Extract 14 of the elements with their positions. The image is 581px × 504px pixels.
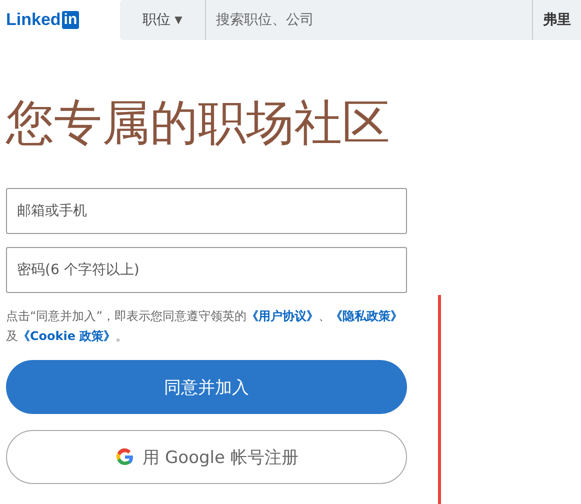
category-dropdown[interactable]: 职位 ▼ [120,0,206,40]
terms-link[interactable]: 《隐私政策》 [330,309,402,323]
input-field[interactable]: 密码(6 个字符以上) [6,247,407,293]
terms-text: 点击“同意并加入”，即表示您同意遵守领英的《用户协议》、《隐私政策》 及《Cookie 政策》。 [6,308,404,345]
join-button[interactable]: 同意并加入 [6,360,407,414]
location-field[interactable]: 弗里 [533,0,581,40]
terms-link[interactable]: 《Cookie 政策》 [18,329,116,343]
google-signup-button[interactable]: 用 Google 帐号注册 [6,430,407,484]
google-icon [114,447,135,467]
logo[interactable]: Linked in [0,10,120,30]
search-field[interactable]: 搜索职位、公司 [206,0,533,40]
terms-link[interactable]: 《用户协议》 [246,309,318,323]
input-field[interactable]: 邮箱或手机 [6,188,407,234]
page-title: 您专属的职场社区 [6,94,391,153]
